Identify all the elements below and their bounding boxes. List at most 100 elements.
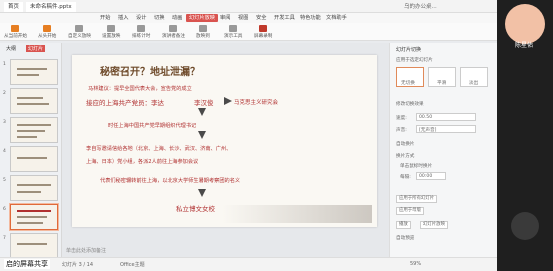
status-bar: 启的屏幕共享 幻灯片 3 / 14 Office主题 59% — [0, 257, 497, 271]
slide-thumbnail[interactable]: 1 — [3, 59, 58, 85]
tab-home[interactable]: 首页 — [4, 2, 24, 12]
thumb-line — [17, 157, 47, 159]
label: 修改切换效果 — [396, 102, 424, 107]
settings-icon — [107, 25, 116, 32]
tool-label: 设置放映 — [102, 34, 121, 39]
label: 声音: — [396, 128, 407, 133]
decorative-image — [222, 205, 372, 223]
effect-smooth[interactable]: 平滑 — [428, 67, 456, 87]
slide-line: 马林建议：提早全国代表大会，宣告党的成立 — [88, 86, 192, 92]
menu-security[interactable]: 安全 — [256, 14, 266, 22]
video-panel: 陈星佑 — [497, 0, 553, 271]
menu-start[interactable]: 开始 — [100, 14, 110, 22]
effect-fade[interactable]: 淡出 — [460, 67, 488, 87]
notes-icon — [169, 25, 178, 32]
rehearse-button[interactable]: 排练计时 — [132, 25, 150, 39]
play-button[interactable]: 播放 — [396, 221, 411, 229]
menu-animation[interactable]: 动画 — [172, 14, 182, 22]
menu-review[interactable]: 审阅 — [220, 14, 230, 22]
thumb-line — [17, 74, 39, 76]
slide-thumbnail[interactable]: 7 — [3, 233, 58, 259]
tool-label: 屏幕录制 — [254, 34, 273, 39]
menu-doc-helper[interactable]: 文档助手 — [326, 14, 347, 22]
thumb-line — [17, 216, 47, 218]
ribbon-menu: 开始 插入 设计 切换 动画 幻灯片放映 审阅 视图 安全 开发工具 特色功能 … — [0, 13, 553, 23]
tool-label: 放映到 — [196, 34, 210, 39]
checkbox-label[interactable]: 单击鼠标时换片 — [400, 163, 432, 169]
screen-record-button[interactable]: 屏幕录制 — [254, 25, 272, 39]
zoom-level[interactable]: 59% — [410, 261, 421, 267]
sound-select[interactable]: [无声音] — [416, 125, 476, 133]
tool-label: 自定义放映 — [68, 34, 91, 39]
toolbar: 从当前开始 从头开始 自定义放映 设置放映 排练计时 演讲者备注 放映到 演示工… — [0, 23, 553, 41]
slide-number: 4 — [3, 149, 6, 154]
interval-input[interactable]: 00:00 — [416, 172, 446, 180]
record-icon — [259, 25, 268, 32]
slides-icon — [75, 25, 84, 32]
tool-label: 演示工具 — [224, 34, 243, 39]
cast-icon — [198, 25, 207, 32]
avatar — [505, 4, 545, 44]
tab-slides[interactable]: 幻灯片 — [26, 45, 46, 52]
thumb-line — [17, 136, 37, 138]
slide-thumbnail-selected[interactable]: 6 — [3, 204, 58, 230]
slideshow-button[interactable]: 幻灯片放映 — [420, 221, 448, 229]
slide-thumbnail[interactable]: 3 — [3, 117, 58, 143]
slide-number: 3 — [3, 120, 6, 125]
slide-thumbnail[interactable]: 2 — [3, 88, 58, 114]
menu-design[interactable]: 设计 — [136, 14, 146, 22]
theme-name: Office主题 — [120, 262, 145, 268]
slide-line: 上海、日本）党小组，各派2人前往上海参加会议 — [86, 159, 199, 165]
slide-info: 幻灯片 3 / 14 — [62, 262, 93, 268]
play-icon — [11, 25, 20, 32]
apply-master-button[interactable]: 应用于母版 — [396, 207, 424, 215]
down-arrow-icon — [198, 131, 206, 139]
checkbox-label[interactable]: 自动预览 — [396, 235, 414, 241]
down-arrow-icon — [198, 189, 206, 197]
setup-show-button[interactable]: 设置放映 — [102, 25, 120, 39]
menu-view[interactable]: 视图 — [238, 14, 248, 22]
tab-document[interactable]: 未命名稿件.pptx — [26, 2, 76, 12]
thumb-line — [17, 210, 51, 212]
avatar-name: 陈星佑 — [515, 42, 534, 49]
label: 速度: — [396, 116, 407, 121]
thumb-line — [17, 103, 49, 105]
user-area[interactable]: 乌的办公桌... — [400, 2, 441, 12]
speaker-notes-button[interactable]: 演讲者备注 — [162, 25, 185, 39]
effect-none[interactable]: 无切换 — [396, 67, 424, 87]
slide-line: 时任上海中国共产党早期组织代理书记 — [108, 123, 197, 129]
menu-devtools[interactable]: 开发工具 — [274, 14, 295, 22]
notes-area[interactable]: 单击此处添加备注 — [66, 246, 386, 256]
slide-line: 代表们秘密辗转前往上海，以北京大学师生暑期考察团的名义 — [100, 178, 241, 184]
slide-line: 马克思主义研究会 — [234, 100, 279, 106]
mic-icon[interactable] — [511, 212, 539, 240]
thumb-line — [17, 243, 47, 245]
from-current-button[interactable]: 从当前开始 — [4, 25, 27, 39]
menu-features[interactable]: 特色功能 — [300, 14, 321, 22]
effect-label: 无切换 — [401, 81, 415, 86]
menu-transition[interactable]: 切换 — [154, 14, 164, 22]
tab-outline[interactable]: 大纲 — [6, 45, 16, 52]
slide-number: 5 — [3, 178, 6, 183]
thumb-line — [17, 184, 51, 186]
timer-icon — [137, 25, 146, 32]
slide-line: 李自写邀请信给各地（北京、上海、长沙、武汉、济南、广州、 — [86, 146, 232, 152]
speed-input[interactable]: 00.50 — [416, 113, 476, 121]
presenter-tools-button[interactable]: 演示工具 — [224, 25, 242, 39]
thumb-line — [17, 222, 43, 224]
thumb-line — [17, 191, 41, 193]
menu-insert[interactable]: 插入 — [118, 14, 128, 22]
label: 换片方式 — [396, 154, 415, 159]
custom-show-button[interactable]: 自定义放映 — [68, 25, 91, 39]
tool-label: 从当前开始 — [4, 34, 27, 39]
current-slide[interactable]: 秘密召开？地址泄漏？ 马林建议：提早全国代表大会，宣告党的成立 接应的上海共产党… — [72, 55, 377, 227]
interval-value: 00:00 — [419, 174, 433, 179]
menu-slideshow[interactable]: 幻灯片放映 — [186, 14, 218, 22]
apply-all-button[interactable]: 应用于所有幻灯片 — [396, 195, 438, 203]
from-start-button[interactable]: 从头开始 — [38, 25, 56, 39]
panel-title: 幻灯片切换 — [396, 47, 422, 53]
slide-thumbnail[interactable]: 5 — [3, 175, 58, 201]
pen-icon — [229, 25, 238, 32]
slide-thumbnail[interactable]: 4 — [3, 146, 58, 172]
cast-button[interactable]: 放映到 — [196, 25, 210, 39]
